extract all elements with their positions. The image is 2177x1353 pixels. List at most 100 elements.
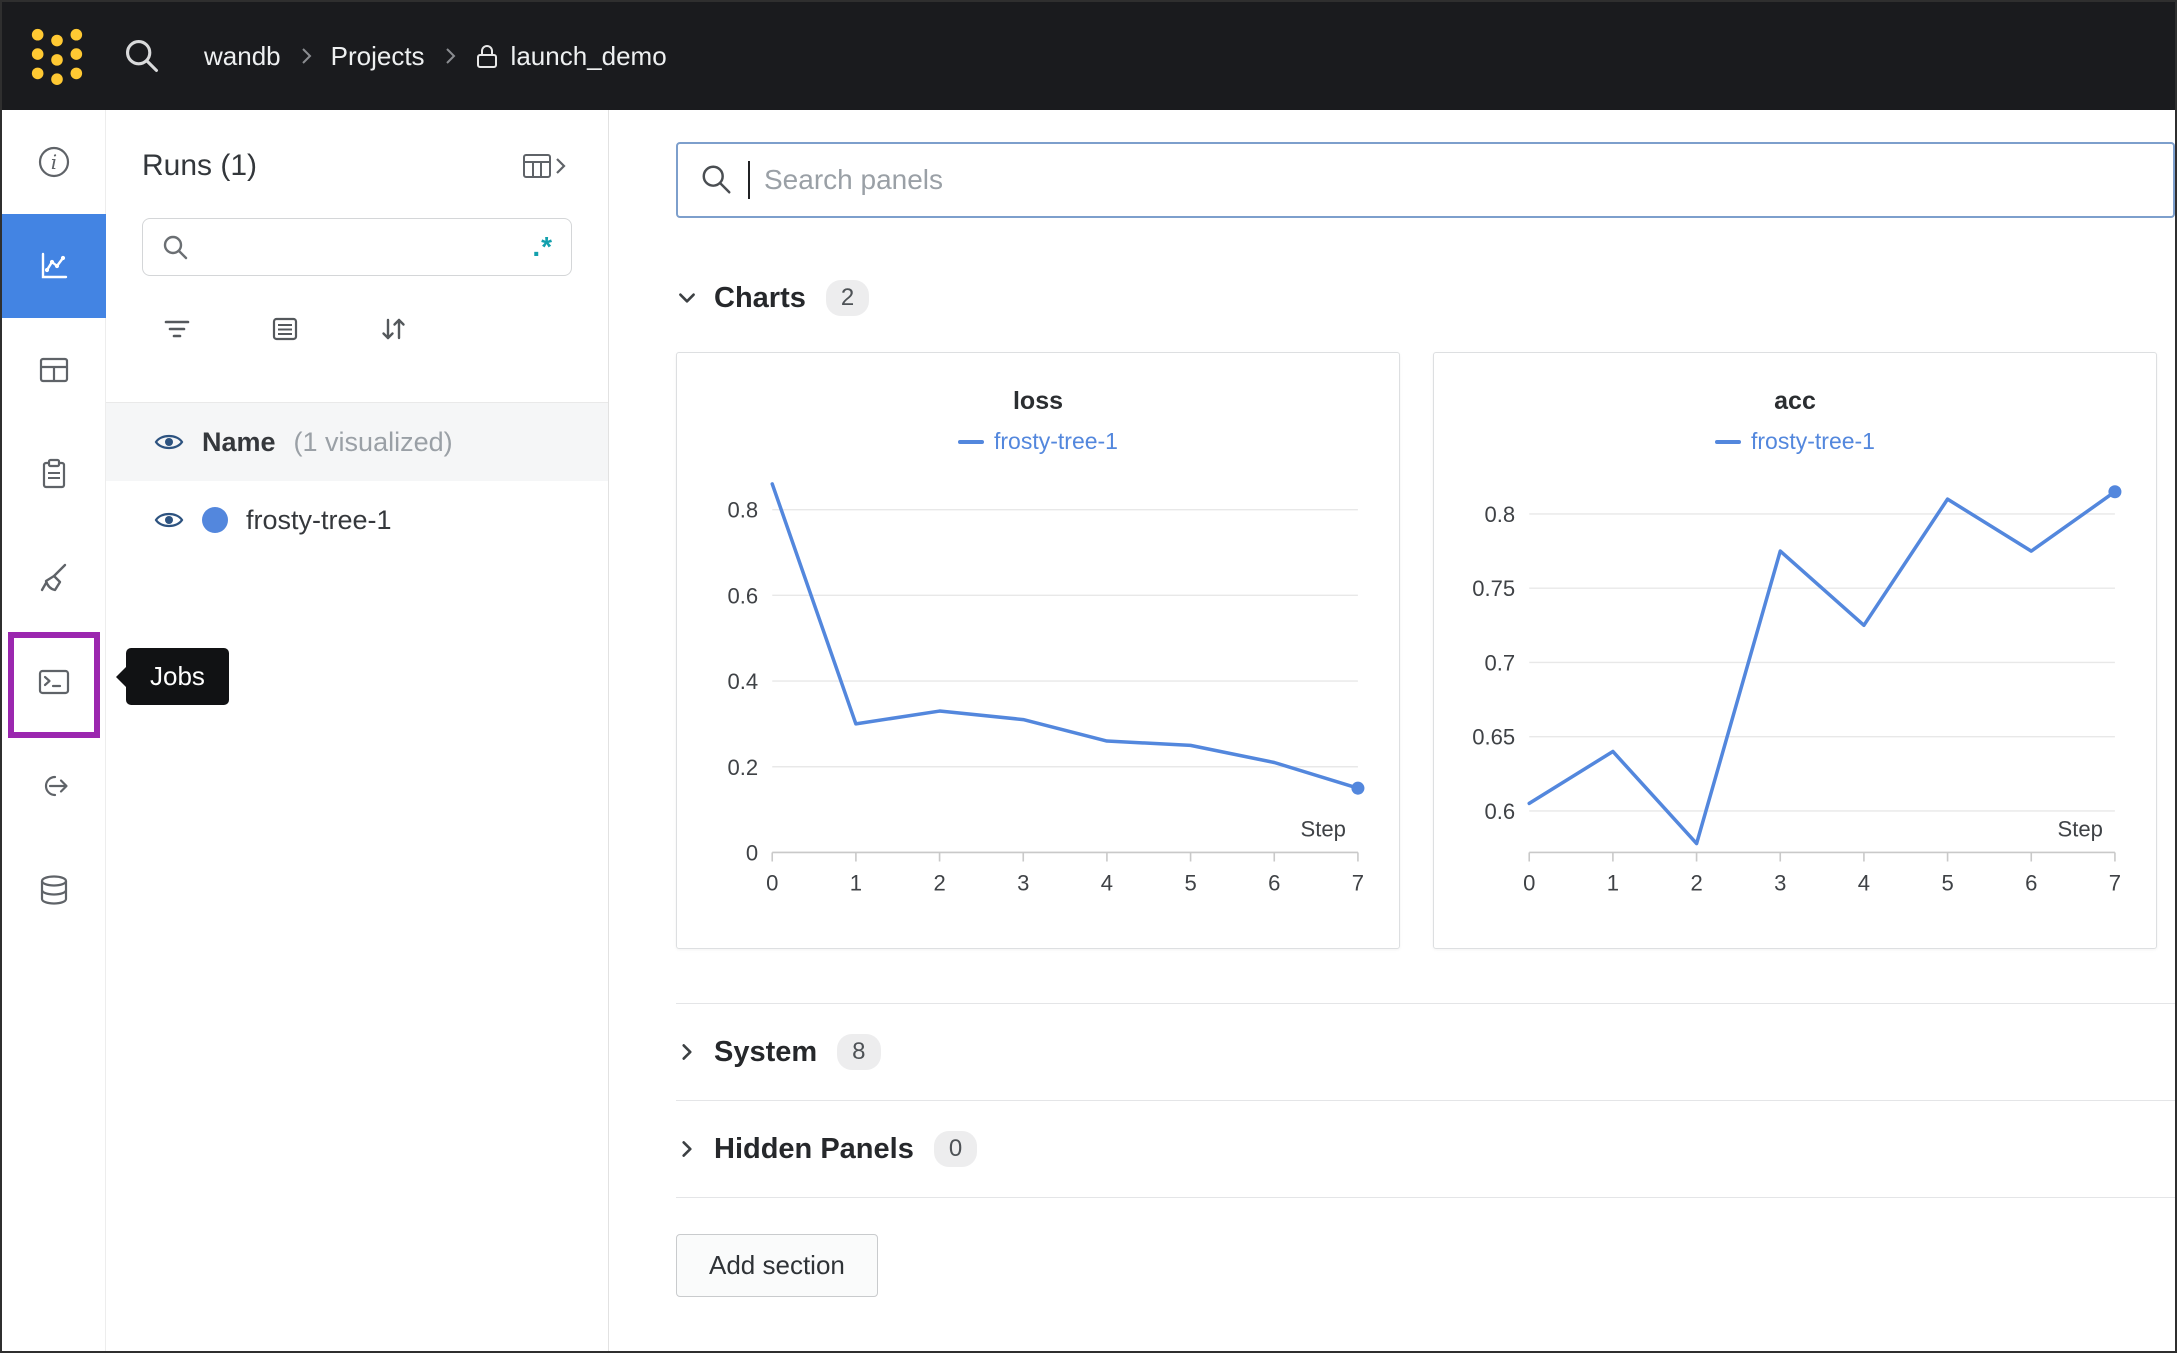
svg-text:0: 0 [766,871,778,896]
breadcrumb-org[interactable]: wandb [204,41,281,72]
filter-button[interactable] [162,314,192,344]
svg-text:4: 4 [1101,871,1113,896]
svg-text:0.8: 0.8 [1485,502,1516,527]
legend-line-swatch [1715,439,1741,444]
table-icon [39,357,68,383]
content-area: i Jobs Runs (1) .* Name (1 visualized) f… [2,110,2175,1351]
broom-icon [40,563,66,592]
svg-text:7: 7 [2109,871,2121,896]
search-icon [702,165,731,194]
group-button[interactable] [270,314,300,344]
legend-line-swatch [958,439,984,444]
svg-text:4: 4 [1858,871,1870,896]
regex-toggle-button[interactable]: .* [532,231,553,263]
sidebar-item-overview[interactable]: i [2,110,106,214]
svg-text:3: 3 [1017,871,1029,896]
charts-grid: loss frosty-tree-1 0 0.2 0.4 0.6 0.8 0 1 2 3 4 5 6 7… [676,352,2175,949]
chart-legend: frosty-tree-1 [677,428,1399,455]
svg-text:0.7: 0.7 [1485,650,1516,675]
svg-text:5: 5 [1184,871,1196,896]
sort-button[interactable] [378,314,408,344]
eye-icon [154,434,184,450]
sidebar-item-automations[interactable] [2,734,106,838]
section-label: Hidden Panels [714,1132,914,1165]
text-caret [748,161,750,199]
svg-text:0.8: 0.8 [728,498,759,523]
chart-panel-acc[interactable]: acc frosty-tree-1 0.6 0.65 0.7 0.75 0.8 0 1 2 3 4… [1433,352,2157,949]
table-expand-icon [523,154,566,178]
svg-text:0.4: 0.4 [728,669,759,694]
svg-text:Step: Step [2058,816,2103,841]
add-section-button[interactable]: Add section [676,1234,878,1297]
sidebar-item-workspace[interactable] [2,214,106,318]
left-icon-rail: i [2,110,106,1351]
svg-text:0.75: 0.75 [1472,576,1515,601]
svg-text:1: 1 [850,871,862,896]
database-icon [40,875,67,905]
section-count-badge: 8 [837,1034,881,1070]
acc-line-chart: 0.6 0.65 0.7 0.75 0.8 0 1 2 3 4 5 6 7 Step [1472,485,2122,896]
top-navbar: wandb Projects launch_demo [2,2,2175,110]
breadcrumb-project[interactable]: launch_demo [475,41,667,72]
breadcrumb-project-name: launch_demo [510,40,667,71]
visibility-all-toggle[interactable] [154,427,184,457]
svg-text:1: 1 [1607,871,1619,896]
search-icon [163,235,188,260]
section-header-hidden-panels[interactable]: Hidden Panels 0 [676,1101,978,1197]
search-panels-placeholder: Search panels [764,164,944,195]
runs-toolbar [106,312,608,346]
global-search-icon[interactable] [122,36,162,76]
wandb-logo-icon[interactable] [28,25,86,87]
run-visibility-toggle[interactable] [154,505,184,535]
sidebar-item-sweeps[interactable] [2,526,106,630]
tooltip-arrow [116,666,126,687]
clipboard-icon [42,458,65,489]
run-name: frosty-tree-1 [246,504,392,535]
legend-run-label: frosty-tree-1 [994,428,1118,454]
line-chart-icon [41,252,67,279]
svg-text:2: 2 [933,871,945,896]
run-row[interactable]: frosty-tree-1 [106,481,608,559]
runs-column-name: Name [202,426,276,457]
tooltip-label: Jobs [150,661,205,691]
chart-title: loss [1012,387,1064,415]
sidebar-item-reports[interactable] [2,422,106,526]
section-label: Charts [714,281,806,314]
svg-text:0: 0 [1523,871,1535,896]
section-count-badge: 0 [933,1131,978,1167]
chevron-right-icon [682,1141,692,1157]
chevron-down-icon [679,293,695,303]
info-icon: i [38,146,69,178]
sidebar-item-artifacts[interactable] [2,838,106,942]
sidebar-item-jobs[interactable] [2,630,106,738]
chevron-right-icon [682,1044,692,1060]
breadcrumb-projects[interactable]: Projects [331,41,425,72]
svg-text:0.65: 0.65 [1472,725,1515,750]
runs-panel: Runs (1) .* Name (1 visualized) frosty-t… [106,110,609,1351]
runs-table-view-button[interactable] [522,151,568,181]
svg-text:0.6: 0.6 [1485,799,1516,824]
runs-title: Runs (1) [142,149,258,182]
filter-icon [164,320,190,338]
loss-line-chart: 0 0.2 0.4 0.6 0.8 0 1 2 3 4 5 6 7 Step [728,482,1365,896]
runs-search-input[interactable] [203,231,519,263]
breadcrumb: wandb Projects launch_demo [204,41,667,72]
search-panels-input[interactable]: Search panels [676,142,2175,218]
runs-header: Runs (1) [106,144,608,188]
run-color-dot[interactable] [202,507,228,533]
section-header-system[interactable]: System 8 [676,1004,881,1100]
app-window: wandb Projects launch_demo i Jobs Runs (… [0,0,2177,1353]
section-divider [676,1197,2175,1198]
breadcrumb-separator [299,45,313,67]
sidebar-item-table[interactable] [2,318,106,422]
jobs-tooltip: Jobs [116,648,229,705]
svg-text:0.6: 0.6 [728,583,759,608]
svg-text:7: 7 [1352,871,1364,896]
list-icon [272,317,298,341]
launch-arrow-icon [44,775,68,797]
chart-panel-loss[interactable]: loss frosty-tree-1 0 0.2 0.4 0.6 0.8 0 1 2 3 4 5 6 7… [676,352,1400,949]
chart-title: acc [1774,387,1816,415]
breadcrumb-separator [443,45,457,67]
section-header-charts[interactable]: Charts 2 [676,276,870,320]
runs-name-header-row[interactable]: Name (1 visualized) [106,403,608,481]
